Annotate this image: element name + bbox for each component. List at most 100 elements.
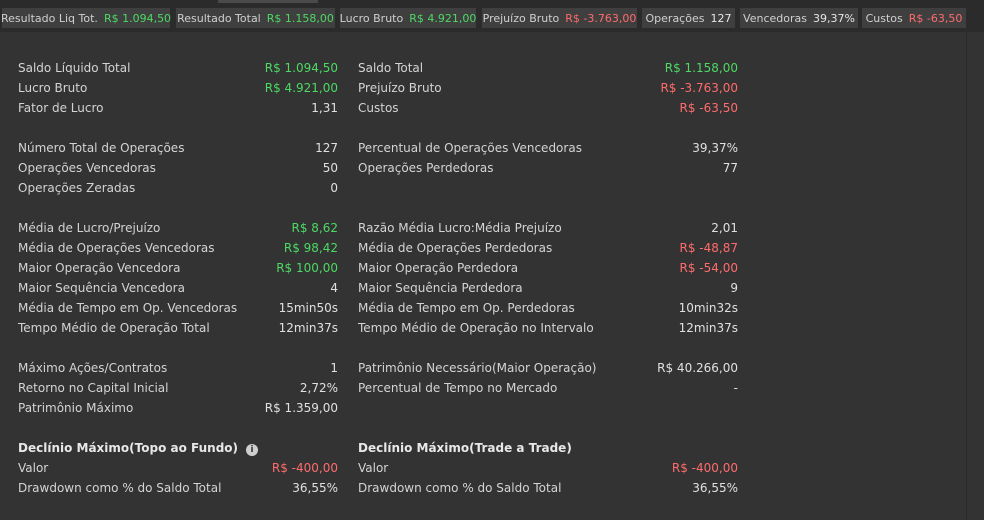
chip-label: Resultado Total [177, 11, 261, 25]
stat-value: R$ 100,00 [276, 261, 338, 275]
stat-value: R$ 1.158,00 [664, 61, 738, 75]
stat-label: Operações Perdedoras [358, 161, 494, 175]
chip-label: Prejuízo Bruto [482, 11, 560, 25]
stat-label: Média de Operações Vencedoras [18, 241, 215, 255]
stat-label: Patrimônio Necessário(Maior Operação) [358, 361, 597, 375]
stat-drawdown-left-valor: Valor R$ -400,00 [18, 458, 338, 478]
stat-drawdown-right-percent: Drawdown como % do Saldo Total 36,55% [358, 478, 738, 498]
stat-label: Tempo Médio de Operação no Intervalo [358, 321, 594, 335]
right-divider [966, 32, 967, 520]
chip-label: Resultado Liq Tot. [0, 11, 98, 25]
stat-value: 9 [730, 281, 738, 295]
stat-label: Drawdown como % do Saldo Total [358, 481, 562, 495]
chip-label: Lucro Bruto [339, 11, 404, 25]
stat-value: R$ 40.266,00 [657, 361, 738, 375]
stat-operacoes-zeradas: Operações Zeradas 0 [18, 178, 338, 198]
stat-value: 1,31 [311, 101, 338, 115]
stat-label: Maior Sequência Perdedora [358, 281, 523, 295]
stat-value: 2,72% [299, 381, 338, 395]
stat-operacoes-vencedoras: Operações Vencedoras 50 [18, 158, 338, 178]
stat-label: Maior Sequência Vencedora [18, 281, 185, 295]
stat-tempo-medio-operacao-total: Tempo Médio de Operação Total 12min37s [18, 318, 338, 338]
chip-operacoes: Operações 127 [642, 8, 735, 28]
info-icon[interactable]: i [246, 444, 259, 456]
chip-custos: Custos R$ -63,50 [862, 8, 966, 28]
stat-value: R$ -48,87 [679, 241, 738, 255]
stat-value: 36,55% [292, 481, 338, 495]
stat-label: Operações Vencedoras [18, 161, 156, 175]
stat-numero-total-operacoes: Número Total de Operações 127 [18, 138, 338, 158]
stat-value: 77 [722, 161, 738, 175]
chip-prejuizo-bruto: Prejuízo Bruto R$ -3.763,00 [482, 8, 637, 28]
stat-value: R$ 98,42 [283, 241, 338, 255]
chip-value: R$ 1.158,00 [266, 11, 334, 25]
stat-drawdown-left-percent: Drawdown como % do Saldo Total 36,55% [18, 478, 338, 498]
stat-value: 2,01 [711, 221, 738, 235]
stat-retorno-capital-inicial: Retorno no Capital Inicial 2,72% [18, 378, 338, 398]
chip-value: R$ 1.094,50 [103, 11, 172, 25]
stat-media-operacoes-vencedoras: Média de Operações Vencedoras R$ 98,42 [18, 238, 338, 258]
chip-value: R$ -63,50 [908, 11, 963, 25]
stat-label: Operações Zeradas [18, 181, 136, 195]
stat-value: 36,55% [692, 481, 738, 495]
stat-value: 39,37% [692, 141, 738, 155]
stat-label: Média de Operações Perdedoras [358, 241, 553, 255]
chip-resultado-liq-tot: Resultado Liq Tot. R$ 1.094,50 [0, 8, 172, 28]
stat-drawdown-right-valor: Valor R$ -400,00 [358, 458, 738, 478]
stat-label: Média de Tempo em Op. Perdedoras [358, 301, 575, 315]
stat-label: Maior Operação Vencedora [18, 261, 181, 275]
stat-maximo-acoes-contratos: Máximo Ações/Contratos 1 [18, 358, 338, 378]
stat-razao-media-lucro-prejuizo: Razão Média Lucro:Média Prejuízo 2,01 [358, 218, 738, 238]
chip-label: Vencedoras [743, 11, 807, 25]
stat-value: 12min37s [278, 321, 338, 335]
stat-value: 50 [322, 161, 338, 175]
stat-label: Custos [358, 101, 399, 115]
stat-label: Número Total de Operações [18, 141, 185, 155]
summary-bar: Resultado Liq Tot. R$ 1.094,50 Resultado… [0, 0, 984, 32]
stat-label: Maior Operação Perdedora [358, 261, 519, 275]
stat-saldo-total: Saldo Total R$ 1.158,00 [358, 58, 738, 78]
stat-lucro-bruto: Lucro Bruto R$ 4.921,00 [18, 78, 338, 98]
stat-tempo-medio-operacao-intervalo: Tempo Médio de Operação no Intervalo 12m… [358, 318, 738, 338]
stat-value: R$ -3.763,00 [660, 81, 738, 95]
stat-saldo-liquido-total: Saldo Líquido Total R$ 1.094,50 [18, 58, 338, 78]
stat-label: Lucro Bruto [18, 81, 88, 95]
summary-bar-accent [218, 0, 318, 3]
stat-patrimonio-necessario: Patrimônio Necessário(Maior Operação) R$… [358, 358, 738, 378]
chip-value: 39,37% [812, 11, 855, 25]
stat-value: R$ -400,00 [271, 461, 338, 475]
stat-label: Valor [358, 461, 389, 475]
chip-label: Custos [865, 11, 903, 25]
chip-value: R$ 4.921,00 [409, 11, 477, 25]
chip-lucro-bruto: Lucro Bruto R$ 4.921,00 [340, 8, 476, 28]
stat-label: Valor [18, 461, 49, 475]
stat-value: 10min32s [678, 301, 738, 315]
stat-value: 0 [330, 181, 338, 195]
stat-value: 1 [330, 361, 338, 375]
stat-value: R$ -63,50 [679, 101, 738, 115]
stat-value: 127 [315, 141, 338, 155]
stat-prejuizo-bruto: Prejuízo Bruto R$ -3.763,00 [358, 78, 738, 98]
stat-label: Patrimônio Máximo [18, 401, 134, 415]
stat-maior-operacao-perdedora: Maior Operação Perdedora R$ -54,00 [358, 258, 738, 278]
stat-value: - [733, 381, 738, 395]
drawdown-left-title-text: Declínio Máximo(Topo ao Fundo) [18, 441, 239, 455]
stat-media-tempo-perdedoras: Média de Tempo em Op. Perdedoras 10min32… [358, 298, 738, 318]
stat-label: Percentual de Operações Vencedoras [358, 141, 582, 155]
chip-vencedoras: Vencedoras 39,37% [740, 8, 858, 28]
stat-label: Média de Tempo em Op. Vencedoras [18, 301, 238, 315]
stat-value: 4 [330, 281, 338, 295]
chip-value: R$ -3.763,00 [565, 11, 637, 25]
stat-label: Drawdown como % do Saldo Total [18, 481, 222, 495]
chip-resultado-total: Resultado Total R$ 1.158,00 [176, 8, 335, 28]
stat-media-tempo-vencedoras: Média de Tempo em Op. Vencedoras 15min50… [18, 298, 338, 318]
chip-value: 127 [710, 11, 732, 25]
stat-patrimonio-maximo: Patrimônio Máximo R$ 1.359,00 [18, 398, 338, 418]
stat-value: R$ 1.359,00 [264, 401, 338, 415]
stat-label: Saldo Total [358, 61, 424, 75]
chip-label: Operações [645, 11, 705, 25]
stat-fator-de-lucro: Fator de Lucro 1,31 [18, 98, 338, 118]
stat-value: R$ 8,62 [291, 221, 338, 235]
stat-value: R$ -400,00 [671, 461, 738, 475]
drawdown-left-title: Declínio Máximo(Topo ao Fundo) i [18, 438, 259, 458]
